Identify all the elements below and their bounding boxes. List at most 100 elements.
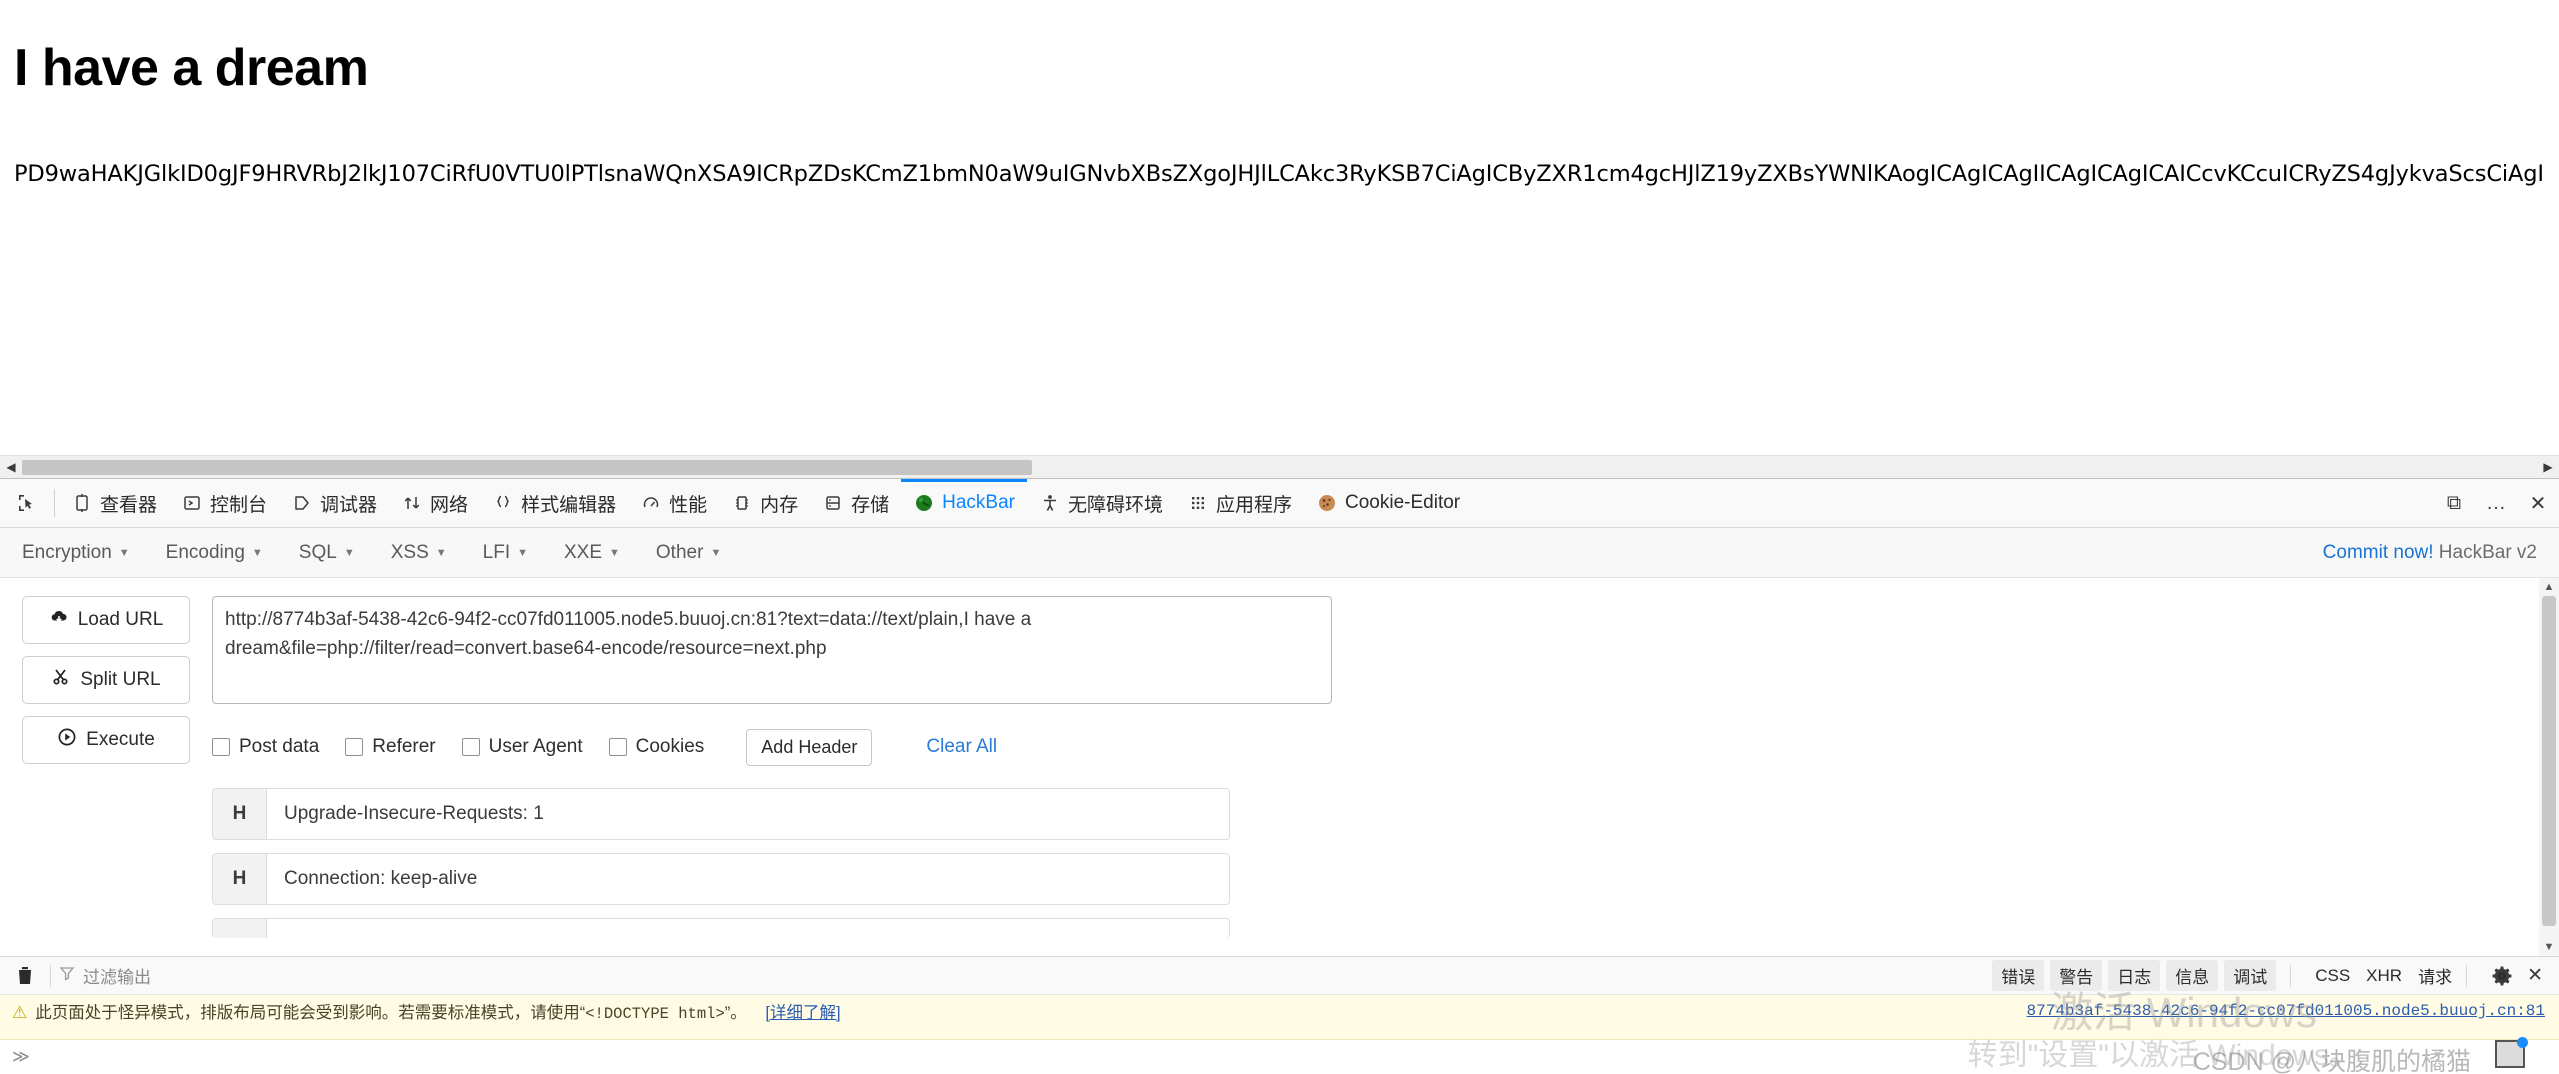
learn-more-link[interactable]: [详细了解] xyxy=(765,1004,840,1022)
devtools-tabbar: 查看器 控制台 调试器 网络 样式编辑器 性能 内存 存储 HackBar 无障… xyxy=(0,479,2559,528)
load-url-button[interactable]: Load URL xyxy=(22,596,190,644)
scroll-up-icon[interactable]: ▲ xyxy=(2539,578,2559,596)
checkbox-cookies[interactable]: Cookies xyxy=(608,736,705,758)
checkbox-box[interactable] xyxy=(345,738,364,756)
scrollbar-track[interactable] xyxy=(22,455,2537,479)
execute-button[interactable]: Execute xyxy=(22,716,190,764)
tab-label: 网络 xyxy=(430,494,469,516)
menu-xxe[interactable]: XXE ▼ xyxy=(564,542,620,564)
tab-debugger[interactable]: 调试器 xyxy=(279,479,389,527)
filter-info[interactable]: 信息 xyxy=(2166,960,2219,991)
toolbar-divider xyxy=(50,964,51,987)
menu-other[interactable]: Other ▼ xyxy=(656,542,721,564)
header-value-input[interactable]: Connection: keep-alive xyxy=(267,854,1229,904)
checkbox-referer[interactable]: Referer xyxy=(345,736,436,758)
scroll-right-icon[interactable]: ▶ xyxy=(2537,455,2559,479)
filter-warnings[interactable]: 警告 xyxy=(2050,960,2103,991)
header-row-partial[interactable] xyxy=(212,918,1230,938)
dock-toggle-icon[interactable]: ⧉ xyxy=(2433,479,2475,527)
header-row[interactable]: H Connection: keep-alive xyxy=(212,853,1230,905)
add-header-button[interactable]: Add Header xyxy=(746,728,873,766)
tab-label: 内存 xyxy=(760,494,799,516)
filter-requests[interactable]: 请求 xyxy=(2418,963,2452,988)
scrollbar-thumb[interactable] xyxy=(22,459,1032,475)
menu-lfi[interactable]: LFI ▼ xyxy=(483,542,528,564)
header-type-label: H xyxy=(213,789,267,839)
accessibility-icon xyxy=(1039,492,1061,514)
checkbox-box[interactable] xyxy=(461,738,480,756)
style-editor-icon xyxy=(492,492,514,514)
menu-label: XXE xyxy=(563,541,603,563)
console-settings-icon[interactable] xyxy=(2491,965,2513,987)
toolbar-divider xyxy=(2290,964,2292,987)
tab-hackbar[interactable]: HackBar xyxy=(901,479,1027,527)
filter-css[interactable]: CSS xyxy=(2315,966,2350,986)
split-url-button[interactable]: Split URL xyxy=(22,656,190,704)
play-circle-icon xyxy=(57,727,77,753)
header-value-input[interactable]: Upgrade-Insecure-Requests: 1 xyxy=(267,789,1229,839)
menu-label: Encoding xyxy=(165,541,245,563)
checkbox-label: Cookies xyxy=(635,736,705,757)
scroll-down-icon[interactable]: ▼ xyxy=(2539,938,2559,956)
tab-performance[interactable]: 性能 xyxy=(628,479,719,527)
filter-debug[interactable]: 调试 xyxy=(2224,960,2277,991)
warning-icon: ⚠ xyxy=(12,1003,28,1022)
hackbar-action-buttons: Load URL Split URL Execute xyxy=(22,596,190,956)
commit-now-link[interactable]: Commit now! xyxy=(2323,542,2434,563)
tab-memory[interactable]: 内存 xyxy=(719,479,810,527)
tab-inspector[interactable]: 查看器 xyxy=(59,479,169,527)
hackbar-icon xyxy=(913,492,935,514)
debugger-icon xyxy=(291,492,313,514)
hackbar-main-column: Post data Referer User Agent Cookies xyxy=(212,596,2537,956)
tab-label: Cookie-Editor xyxy=(1345,492,1461,513)
scroll-left-icon[interactable]: ◀ xyxy=(0,455,22,479)
chevron-down-icon: ▼ xyxy=(517,546,528,559)
filter-placeholder: 过滤输出 xyxy=(83,968,151,987)
console-input-prompt[interactable]: ≫ xyxy=(0,1040,2559,1074)
network-icon xyxy=(401,492,423,514)
picker-icon xyxy=(16,492,38,514)
filter-logs[interactable]: 日志 xyxy=(2108,960,2161,991)
page-horizontal-scrollbar[interactable]: ◀ ▶ xyxy=(0,455,2559,479)
console-toolbar: 过滤输出 错误 警告 日志 信息 调试 CSS XHR 请求 ✕ xyxy=(0,957,2559,995)
tab-application[interactable]: 应用程序 xyxy=(1175,479,1304,527)
scrollbar-thumb[interactable] xyxy=(2542,596,2556,926)
checkbox-box[interactable] xyxy=(608,738,627,756)
filter-errors[interactable]: 错误 xyxy=(1992,960,2045,991)
clear-console-icon[interactable] xyxy=(8,965,42,987)
chevron-down-icon: ▼ xyxy=(343,546,355,559)
header-row[interactable]: H Upgrade-Insecure-Requests: 1 xyxy=(212,788,1230,840)
more-options-icon[interactable]: … xyxy=(2475,479,2517,527)
menu-encoding[interactable]: Encoding ▼ xyxy=(166,542,263,564)
tab-console[interactable]: 控制台 xyxy=(169,479,279,527)
message-source-link[interactable]: 8774b3af-5438-42c6-94f2-cc07fd011005.nod… xyxy=(2027,1002,2545,1020)
checkbox-user-agent[interactable]: User Agent xyxy=(461,736,583,758)
tab-cookie-editor[interactable]: Cookie-Editor xyxy=(1304,479,1472,527)
checkbox-box[interactable] xyxy=(212,738,230,756)
console-filter-input[interactable]: 过滤输出 xyxy=(59,963,151,988)
filter-icon xyxy=(59,965,75,986)
tab-element-picker[interactable] xyxy=(4,479,50,527)
page-title: I have a dream xyxy=(14,39,369,97)
tab-network[interactable]: 网络 xyxy=(389,479,480,527)
clear-all-button[interactable]: Clear All xyxy=(926,736,997,758)
menu-label: Other xyxy=(655,541,704,563)
menu-encryption[interactable]: Encryption ▼ xyxy=(22,542,130,564)
menu-xss[interactable]: XSS ▼ xyxy=(391,542,447,564)
scrollbar-track[interactable] xyxy=(2539,596,2559,938)
menu-label: XSS xyxy=(390,541,429,563)
hackbar-menubar: Encryption ▼ Encoding ▼ SQL ▼ XSS ▼ LFI … xyxy=(0,528,2559,578)
performance-icon xyxy=(640,492,662,514)
console-close-icon[interactable]: ✕ xyxy=(2527,964,2543,987)
filter-xhr[interactable]: XHR xyxy=(2366,966,2402,986)
close-devtools-icon[interactable]: ✕ xyxy=(2517,479,2559,527)
checkbox-post-data[interactable]: Post data xyxy=(212,736,319,758)
hackbar-vertical-scrollbar[interactable]: ▲ ▼ xyxy=(2539,578,2559,956)
menu-sql[interactable]: SQL ▼ xyxy=(299,542,355,564)
tab-style-editor[interactable]: 样式编辑器 xyxy=(480,479,628,527)
tab-label: 性能 xyxy=(669,494,708,516)
tab-storage[interactable]: 存储 xyxy=(810,479,901,527)
header-value-input[interactable] xyxy=(267,919,1229,938)
url-input[interactable] xyxy=(212,596,1332,704)
tab-accessibility[interactable]: 无障碍环境 xyxy=(1027,479,1175,527)
